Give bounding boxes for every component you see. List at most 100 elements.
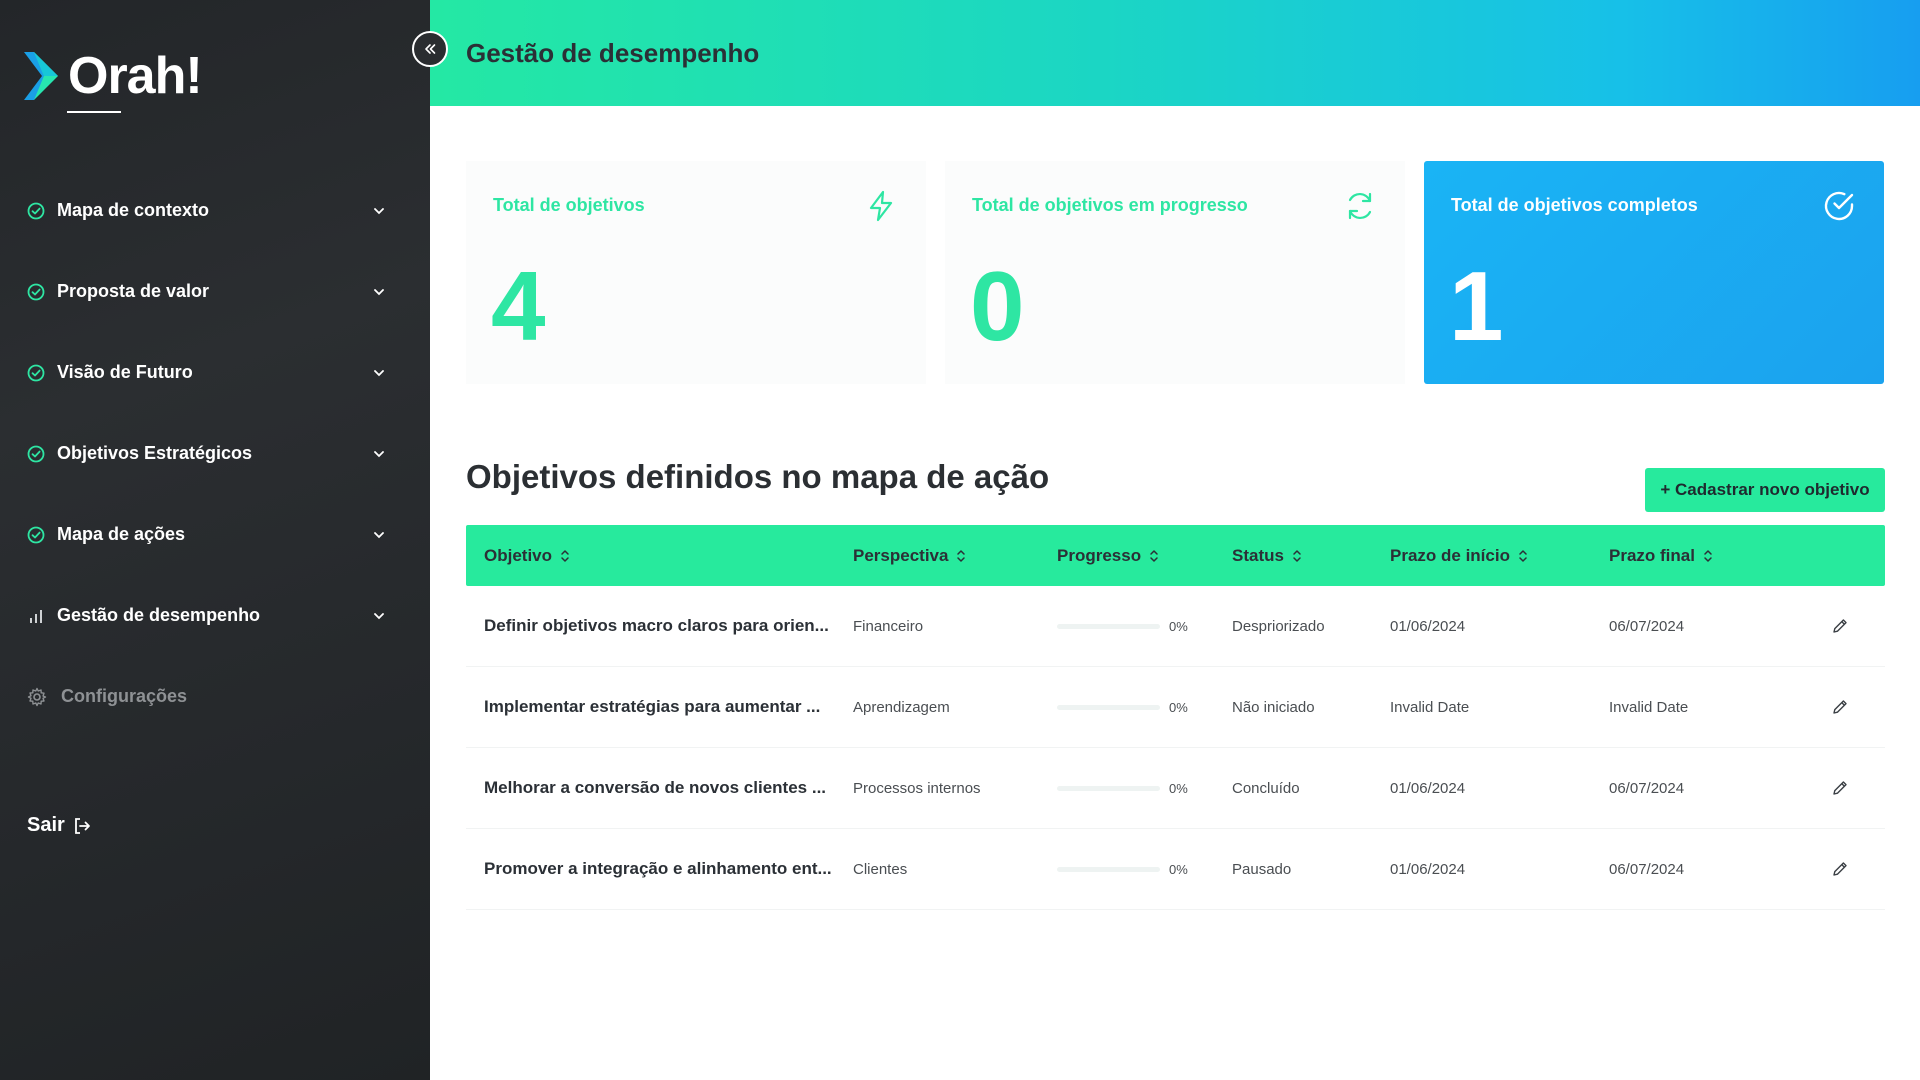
brand-logo[interactable]: Orah! — [22, 47, 203, 105]
add-objective-button[interactable]: + Cadastrar novo objetivo — [1645, 468, 1885, 512]
cell-actions — [1795, 852, 1885, 886]
table-row[interactable]: Implementar estratégias para aumentar ..… — [466, 667, 1885, 748]
sidebar-item-proposta-de-valor[interactable]: Proposta de valor — [0, 251, 430, 332]
edit-button[interactable] — [1823, 771, 1857, 805]
cell-progresso: 0% — [1057, 862, 1232, 877]
column-header-label: Status — [1232, 545, 1284, 565]
chevrons-left-icon — [425, 44, 436, 54]
chevron-down-icon — [374, 612, 384, 619]
column-header-objetivo[interactable]: Objetivo — [466, 546, 853, 566]
cell-objetivo: Implementar estratégias para aumentar ..… — [484, 697, 821, 716]
chevron-down-icon — [374, 531, 384, 538]
cell-actions — [1795, 609, 1885, 643]
section-title: Objetivos definidos no mapa de ação — [466, 458, 1050, 495]
sort-icon — [1703, 549, 1713, 563]
cell-prazo-inicio: Invalid Date — [1390, 698, 1470, 716]
check-circle-icon — [27, 526, 45, 543]
cell-progresso: 0% — [1057, 781, 1232, 796]
table-header: Objetivo Perspectiva Progresso Status Pr… — [466, 525, 1885, 586]
column-header-label: Prazo final — [1609, 545, 1695, 565]
chevron-down-icon — [374, 369, 384, 376]
sidebar-item-objetivos-estrategicos[interactable]: Objetivos Estratégicos — [0, 413, 430, 494]
sort-icon — [956, 549, 966, 563]
stat-card-title: Total de objetivos completos — [1451, 195, 1698, 215]
sidebar-item-label: Proposta de valor — [57, 281, 210, 301]
column-header-label: Perspectiva — [853, 545, 949, 565]
column-header-progresso[interactable]: Progresso — [1057, 546, 1232, 566]
cell-status: Despriorizado — [1232, 617, 1325, 635]
cell-status: Pausado — [1232, 860, 1292, 878]
brand-name: Orah! — [68, 47, 203, 105]
chevron-down-icon — [374, 288, 384, 295]
cell-progresso: 0% — [1057, 619, 1232, 634]
cell-perspectiva: Clientes — [853, 860, 908, 878]
sidebar-item-label: Gestão de desempenho — [57, 605, 261, 625]
sidebar-item-label: Objetivos Estratégicos — [57, 443, 253, 463]
cell-prazo-inicio: 01/06/2024 — [1390, 617, 1466, 635]
column-header-prazo-final[interactable]: Prazo final — [1609, 546, 1795, 566]
table-row[interactable]: Definir objetivos macro claros para orie… — [466, 586, 1885, 667]
cell-prazo-final: Invalid Date — [1609, 698, 1689, 716]
logout-icon — [74, 817, 90, 834]
cell-prazo-final: 06/07/2024 — [1609, 617, 1685, 635]
column-header-status[interactable]: Status — [1232, 546, 1390, 566]
page-title: Gestão de desempenho — [466, 38, 760, 68]
gear-icon — [27, 687, 47, 706]
progress-bar — [1057, 866, 1160, 872]
logo-icon — [22, 52, 60, 100]
sidebar-item-label: Visão de Futuro — [57, 362, 193, 382]
cell-objetivo: Promover a integração e alinhamento ent.… — [484, 859, 832, 878]
progress-label: 0% — [1169, 780, 1188, 796]
column-header-prazo-inicio[interactable]: Prazo de início — [1390, 546, 1609, 566]
cell-prazo-inicio: 01/06/2024 — [1390, 860, 1466, 878]
logout-button[interactable]: Sair — [27, 814, 91, 837]
column-header-label: Progresso — [1057, 545, 1142, 565]
sidebar-item-label: Configurações — [61, 686, 188, 706]
column-header-label: Objetivo — [484, 545, 553, 565]
sidebar-item-configuracoes[interactable]: Configurações — [0, 656, 430, 737]
sidebar-item-mapa-de-contexto[interactable]: Mapa de contexto — [0, 170, 430, 251]
table-row[interactable]: Promover a integração e alinhamento ent.… — [466, 829, 1885, 910]
logout-label: Sair — [27, 814, 65, 836]
column-header-perspectiva[interactable]: Perspectiva — [853, 546, 1057, 566]
sidebar: Orah! Mapa de contexto Proposta de valor… — [0, 0, 430, 1080]
pencil-icon — [1833, 700, 1847, 714]
pencil-icon — [1833, 619, 1847, 633]
sidebar-item-mapa-de-acoes[interactable]: Mapa de ações — [0, 494, 430, 575]
sidebar-item-label: Mapa de contexto — [57, 200, 210, 220]
sort-icon — [1292, 549, 1302, 563]
edit-button[interactable] — [1823, 609, 1857, 643]
table-row[interactable]: Melhorar a conversão de novos clientes .… — [466, 748, 1885, 829]
progress-label: 0% — [1169, 861, 1188, 877]
logo-underline — [67, 111, 121, 113]
cell-status: Não iniciado — [1232, 698, 1315, 716]
progress-label: 0% — [1169, 618, 1188, 634]
stat-card-title: Total de objetivos — [493, 195, 645, 215]
stat-card-in-progress: Total de objetivos em progresso 0 — [945, 161, 1405, 384]
cell-prazo-final: 06/07/2024 — [1609, 779, 1685, 797]
objectives-table: Objetivo Perspectiva Progresso Status Pr… — [466, 525, 1885, 910]
stat-card-value: 4 — [491, 251, 546, 361]
sidebar-item-label: Mapa de ações — [57, 524, 186, 544]
stat-card-completed: Total de objetivos completos 1 — [1424, 161, 1884, 384]
progress-label: 0% — [1169, 699, 1188, 715]
cell-prazo-final: 06/07/2024 — [1609, 860, 1685, 878]
stat-card-value: 1 — [1449, 251, 1504, 361]
edit-button[interactable] — [1823, 852, 1857, 886]
refresh-icon — [1348, 192, 1372, 220]
cell-perspectiva: Financeiro — [853, 617, 924, 635]
check-circle-icon — [27, 202, 45, 219]
cell-perspectiva: Processos internos — [853, 779, 981, 797]
cell-progresso: 0% — [1057, 700, 1232, 715]
pencil-icon — [1833, 781, 1847, 795]
sidebar-item-gestao-de-desempenho[interactable]: Gestão de desempenho — [0, 575, 430, 656]
column-header-label: Prazo de início — [1390, 545, 1510, 565]
collapse-sidebar-button[interactable] — [412, 31, 448, 67]
page-header: Gestão de desempenho — [430, 0, 1920, 106]
lightning-icon — [869, 190, 893, 222]
cell-status: Concluído — [1232, 779, 1300, 797]
chevron-down-icon — [374, 207, 384, 214]
edit-button[interactable] — [1823, 690, 1857, 724]
sidebar-item-visao-de-futuro[interactable]: Visão de Futuro — [0, 332, 430, 413]
cell-actions — [1795, 690, 1885, 724]
